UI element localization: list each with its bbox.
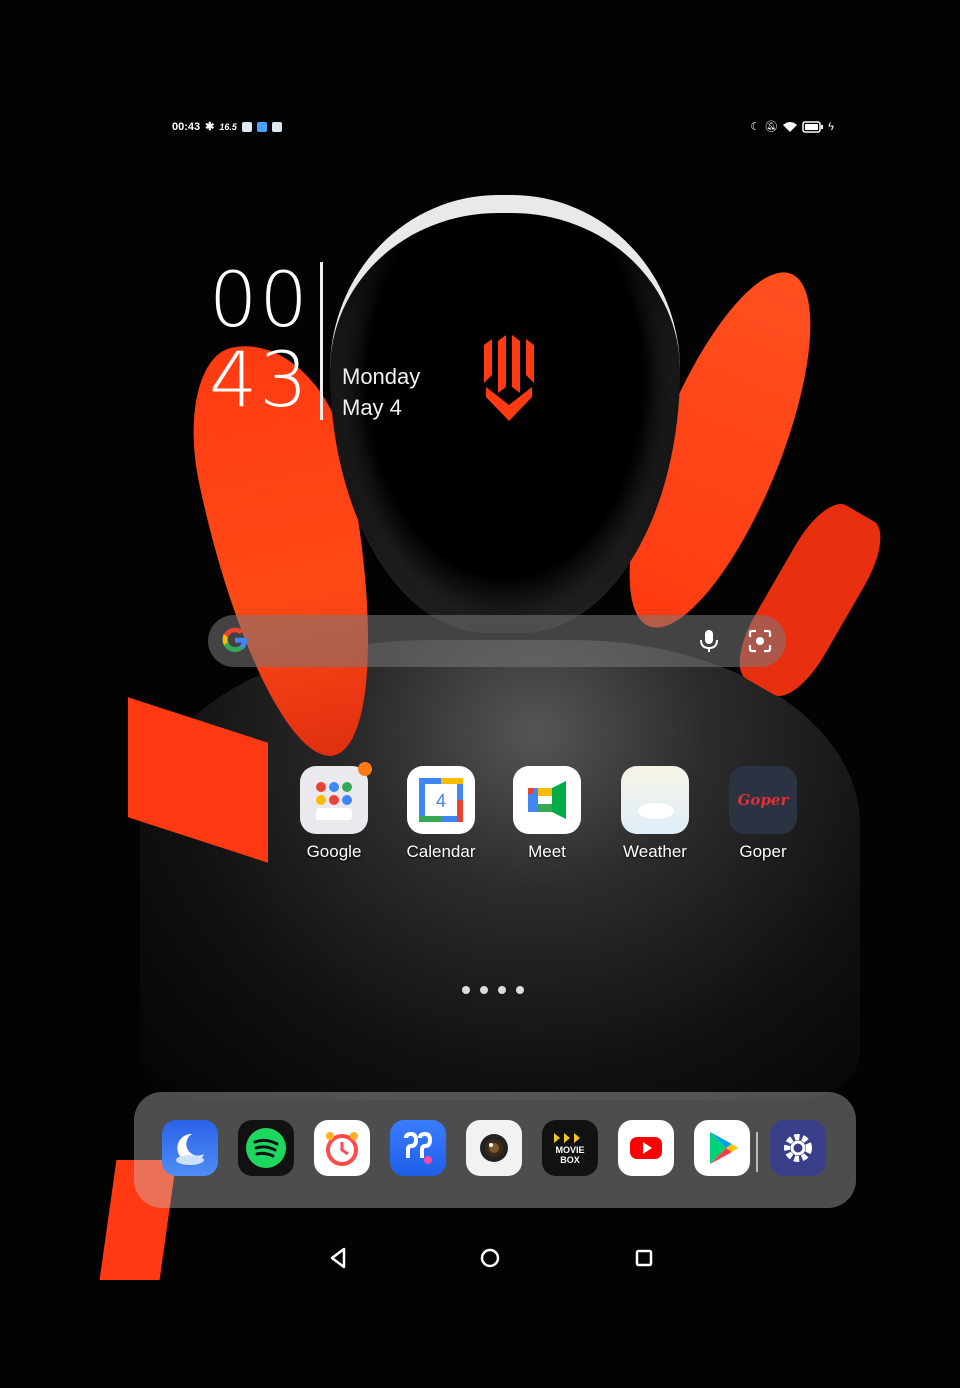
app-label: Meet [528,842,566,861]
page-dot [462,986,470,994]
home-icon[interactable] [476,1244,504,1272]
settings-gear-icon[interactable] [770,1120,826,1176]
google-folder-icon [300,762,372,834]
app-label: Goper [739,842,787,861]
app-meet[interactable]: Meet [501,766,593,862]
dock: MOVIE BOX [134,1092,856,1208]
meet-icon [513,766,581,834]
charging-icon: ϟ [828,120,834,133]
app-calendar[interactable]: 4 Calendar [395,766,487,862]
app-weather[interactable]: Weather [609,766,701,862]
app-goper[interactable]: Goper Goper [717,766,809,862]
network-speed: 16.5 [219,121,237,132]
notification-dot [358,762,372,776]
battery-icon [802,120,824,133]
recents-icon[interactable] [630,1244,658,1272]
wallpaper-figure-body [140,640,860,1100]
google-g-icon [222,627,247,652]
sleep-moon-icon[interactable] [162,1120,218,1176]
status-time: 00:43 [172,120,201,133]
page-indicator[interactable] [462,986,524,994]
app-label: Google [306,842,362,861]
silent-icon: 🔕︎ [764,121,779,133]
lens-icon[interactable] [748,629,772,653]
moon-icon: ☾ [750,121,761,133]
app-label: Calendar [406,842,476,861]
back-icon[interactable] [324,1244,352,1272]
notification-icon [256,121,267,132]
home-screen: 00:43 ✱ 16.5 ☾ 🔕︎ ϟ 00 43 Monday May 4 G… [0,0,960,1388]
weather-icon [621,766,689,834]
moviebox-icon[interactable]: MOVIE BOX [542,1120,598,1176]
spotify-icon[interactable] [238,1120,294,1176]
alarm-clock-icon[interactable] [314,1120,370,1176]
qq-icon[interactable] [390,1120,446,1176]
gear-notification-icon: ✱ [205,121,215,133]
status-right: ☾ 🔕︎ ϟ [750,120,834,134]
page-dot [480,986,488,994]
page-dot [516,986,524,994]
status-bar: 00:43 ✱ 16.5 ☾ 🔕︎ ϟ [172,120,834,138]
youtube-icon[interactable] [618,1120,674,1176]
camera-icon[interactable] [466,1120,522,1176]
clock-date: May 4 [342,395,402,420]
clock-widget[interactable]: 00 43 Monday May 4 [205,262,465,427]
status-left: 00:43 ✱ 16.5 [172,120,282,133]
clock-divider [320,262,323,420]
notification-icon [241,121,252,132]
dock-separator [756,1132,758,1172]
microphone-icon[interactable] [698,629,720,653]
redmagic-logo-icon [484,335,534,421]
page-dot [498,986,506,994]
navigation-bar [300,1238,680,1278]
clock-minutes: 43 [209,335,310,424]
google-search-bar[interactable] [208,615,786,667]
clock-hours: 00 [209,255,310,344]
wifi-icon [783,121,798,132]
play-store-icon[interactable] [694,1120,750,1176]
calendar-icon: 4 [407,766,475,834]
clock-day: Monday [342,364,421,389]
goper-icon: Goper [729,766,797,834]
moviebox-logo-text: MOVIE BOX [555,1145,585,1165]
goper-logo-text: Goper [737,791,789,809]
notification-icon [271,121,282,132]
app-google-folder[interactable]: Google [288,762,380,862]
app-label: Weather [623,842,687,861]
calendar-day-number: 4 [436,791,446,811]
